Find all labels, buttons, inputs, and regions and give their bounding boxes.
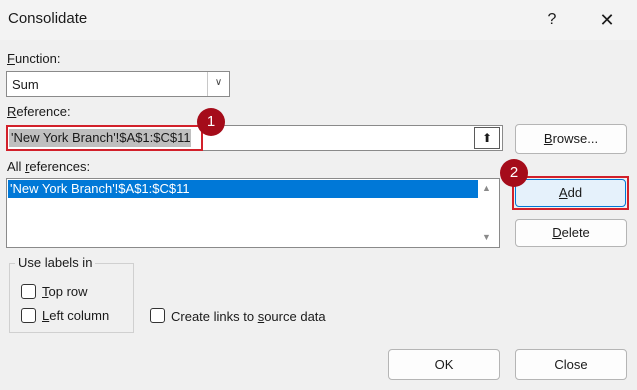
add-highlight bbox=[512, 176, 629, 210]
left-column-checkbox[interactable] bbox=[21, 308, 36, 323]
chevron-down-icon[interactable]: ∨ bbox=[207, 72, 229, 96]
dialog-title: Consolidate bbox=[8, 10, 88, 27]
close-icon[interactable]: ✕ bbox=[593, 6, 621, 34]
top-row-label: Top row bbox=[42, 284, 88, 299]
annotation-badge-2: 2 bbox=[500, 159, 528, 187]
scroll-up-icon[interactable]: ▲ bbox=[482, 183, 491, 193]
close-button[interactable]: Close bbox=[515, 349, 627, 380]
collapse-dialog-icon[interactable]: ⬆ bbox=[474, 127, 500, 149]
function-label: Function: bbox=[7, 51, 61, 66]
all-references-label: All references: bbox=[7, 159, 91, 174]
left-column-label: Left column bbox=[42, 308, 110, 323]
create-links-label: Create links to source data bbox=[171, 309, 326, 324]
use-labels-title: Use labels in bbox=[15, 255, 96, 270]
function-value: Sum bbox=[12, 77, 39, 92]
delete-button[interactable]: Delete bbox=[515, 219, 627, 247]
top-row-checkbox[interactable] bbox=[21, 284, 36, 299]
list-item-label: 'New York Branch'!$A$1:$C$11 bbox=[10, 181, 190, 196]
help-button[interactable]: ? bbox=[540, 8, 564, 32]
annotation-badge-1: 1 bbox=[197, 108, 225, 136]
reference-label: Reference: bbox=[7, 104, 71, 119]
reference-highlight bbox=[6, 125, 203, 151]
scroll-down-icon[interactable]: ▼ bbox=[482, 232, 491, 242]
browse-button[interactable]: Browse... bbox=[515, 124, 627, 154]
ok-button[interactable]: OK bbox=[388, 349, 500, 380]
function-dropdown[interactable]: Sum ∨ bbox=[6, 71, 230, 97]
create-links-checkbox[interactable] bbox=[150, 308, 165, 323]
